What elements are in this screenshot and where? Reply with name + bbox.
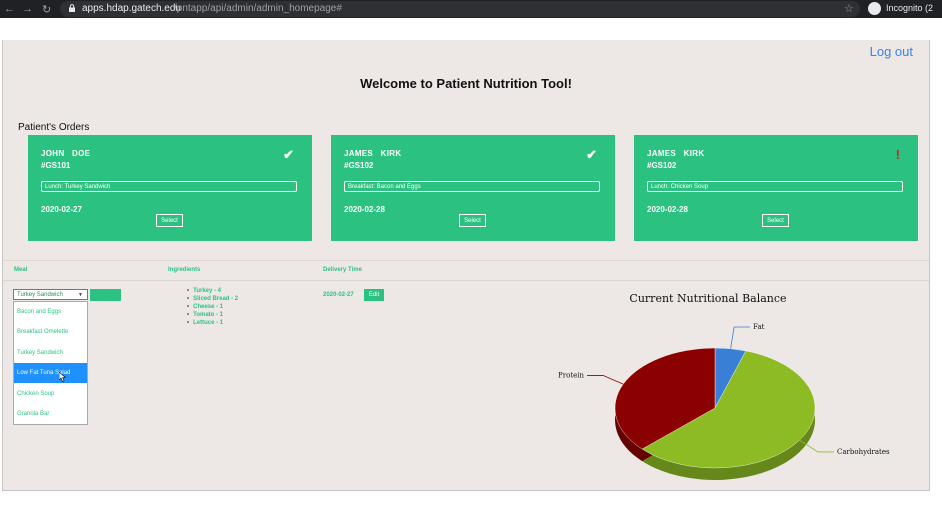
meal-option[interactable]: Chicken Soup [14,384,87,404]
app-window: Log out Welcome to Patient Nutrition Too… [2,40,930,491]
ingredient-item: Tomato - 1 [187,311,238,319]
meal-select[interactable]: Turkey Sandwich ▼ [13,289,88,300]
slice-label: Carbohydrates [837,448,890,456]
edit-button[interactable]: Edit [364,289,384,301]
mouse-cursor-icon [59,372,67,382]
check-icon: ✔ [283,147,294,162]
meal-action-button[interactable] [90,289,121,301]
order-date: 2020-02-28 [647,205,688,214]
patient-id: #GS102 [647,161,677,170]
patient-name: JOHN DOE [41,149,91,158]
url-path: /pntapp/api/admin/admin_homepage# [174,3,342,14]
order-date: 2020-02-28 [344,205,385,214]
browser-toolbar: ← → ↻ apps.hdap.gatech.edu /pntapp/api/a… [0,0,942,18]
patient-name: JAMES KIRK [647,149,705,158]
patient-id: #GS101 [41,161,71,170]
nutrition-pie-chart: Fat Carbohydrates Protein [558,323,890,480]
delivery-date: 2020-02-27 [323,292,354,298]
select-button[interactable]: Select [459,214,486,227]
leader-line [730,326,751,349]
back-arrow-icon[interactable]: ← [4,3,15,15]
meal-field: Lunch: Chicken Soup [647,181,903,192]
bookmark-star-icon[interactable]: ☆ [844,2,854,15]
ingredient-item: Lettuce - 1 [187,319,238,327]
patient-id: #GS102 [344,161,374,170]
meal-option[interactable]: Turkey Sandwich [14,343,87,363]
url-host: apps.hdap.gatech.edu [82,3,181,14]
forward-arrow-icon[interactable]: → [22,3,33,15]
logout-link[interactable]: Log out [870,44,913,59]
delivery-time-column-header: Delivery Time [323,267,362,273]
orders-section-title: Patient's Orders [18,122,90,133]
order-card: JOHN DOE #GS101 ✔ Lunch: Turkey Sandwich… [28,135,312,241]
meal-option[interactable]: Granola Bar [14,404,87,424]
exclamation-icon: ! [895,147,900,162]
order-card: JAMES KIRK #GS102 ! Lunch: Chicken Soup … [634,135,918,241]
lock-icon [69,4,75,12]
meal-option[interactable]: Bacon and Eggs [14,302,87,322]
meal-option-highlighted[interactable]: Low Fat Tuna Salad [14,363,87,383]
ingredient-item: Turkey - 4 [187,287,238,295]
divider [3,280,929,281]
page-title: Welcome to Patient Nutrition Tool! [360,76,572,91]
meal-select-value: Turkey Sandwich [17,292,63,298]
ingredient-item: Cheese - 1 [187,303,238,311]
meal-column-header: Meal [14,267,28,273]
address-bar[interactable]: apps.hdap.gatech.edu /pntapp/api/admin/a… [60,1,860,17]
reload-icon[interactable]: ↻ [42,3,51,16]
meal-option[interactable]: Breakfast Omelette [14,322,87,342]
ingredient-item: Sliced Bread - 2 [187,295,238,303]
leader-line [587,375,624,385]
ingredients-list: Turkey - 4 Sliced Bread - 2 Cheese - 1 T… [187,287,238,327]
chart-title: Current Nutritional Balance [629,292,787,305]
meal-dropdown: Bacon and Eggs Breakfast Omelette Turkey… [13,301,88,425]
select-button[interactable]: Select [762,214,789,227]
divider [3,260,929,261]
order-date: 2020-02-27 [41,205,82,214]
incognito-label: Incognito (2 [886,3,934,13]
slice-label: Protein [558,371,584,379]
order-card: JAMES KIRK #GS102 ✔ Breakfast: Bacon and… [331,135,615,241]
meal-field: Breakfast: Bacon and Eggs [344,181,600,192]
select-button[interactable]: Select [156,214,183,227]
ingredients-column-header: Ingredients [168,267,201,273]
meal-field: Lunch: Turkey Sandwich [41,181,297,192]
caret-down-icon: ▼ [78,292,83,298]
check-icon: ✔ [586,147,597,162]
incognito-icon[interactable] [868,2,881,15]
slice-label: Fat [753,323,765,331]
patient-name: JAMES KIRK [344,149,402,158]
